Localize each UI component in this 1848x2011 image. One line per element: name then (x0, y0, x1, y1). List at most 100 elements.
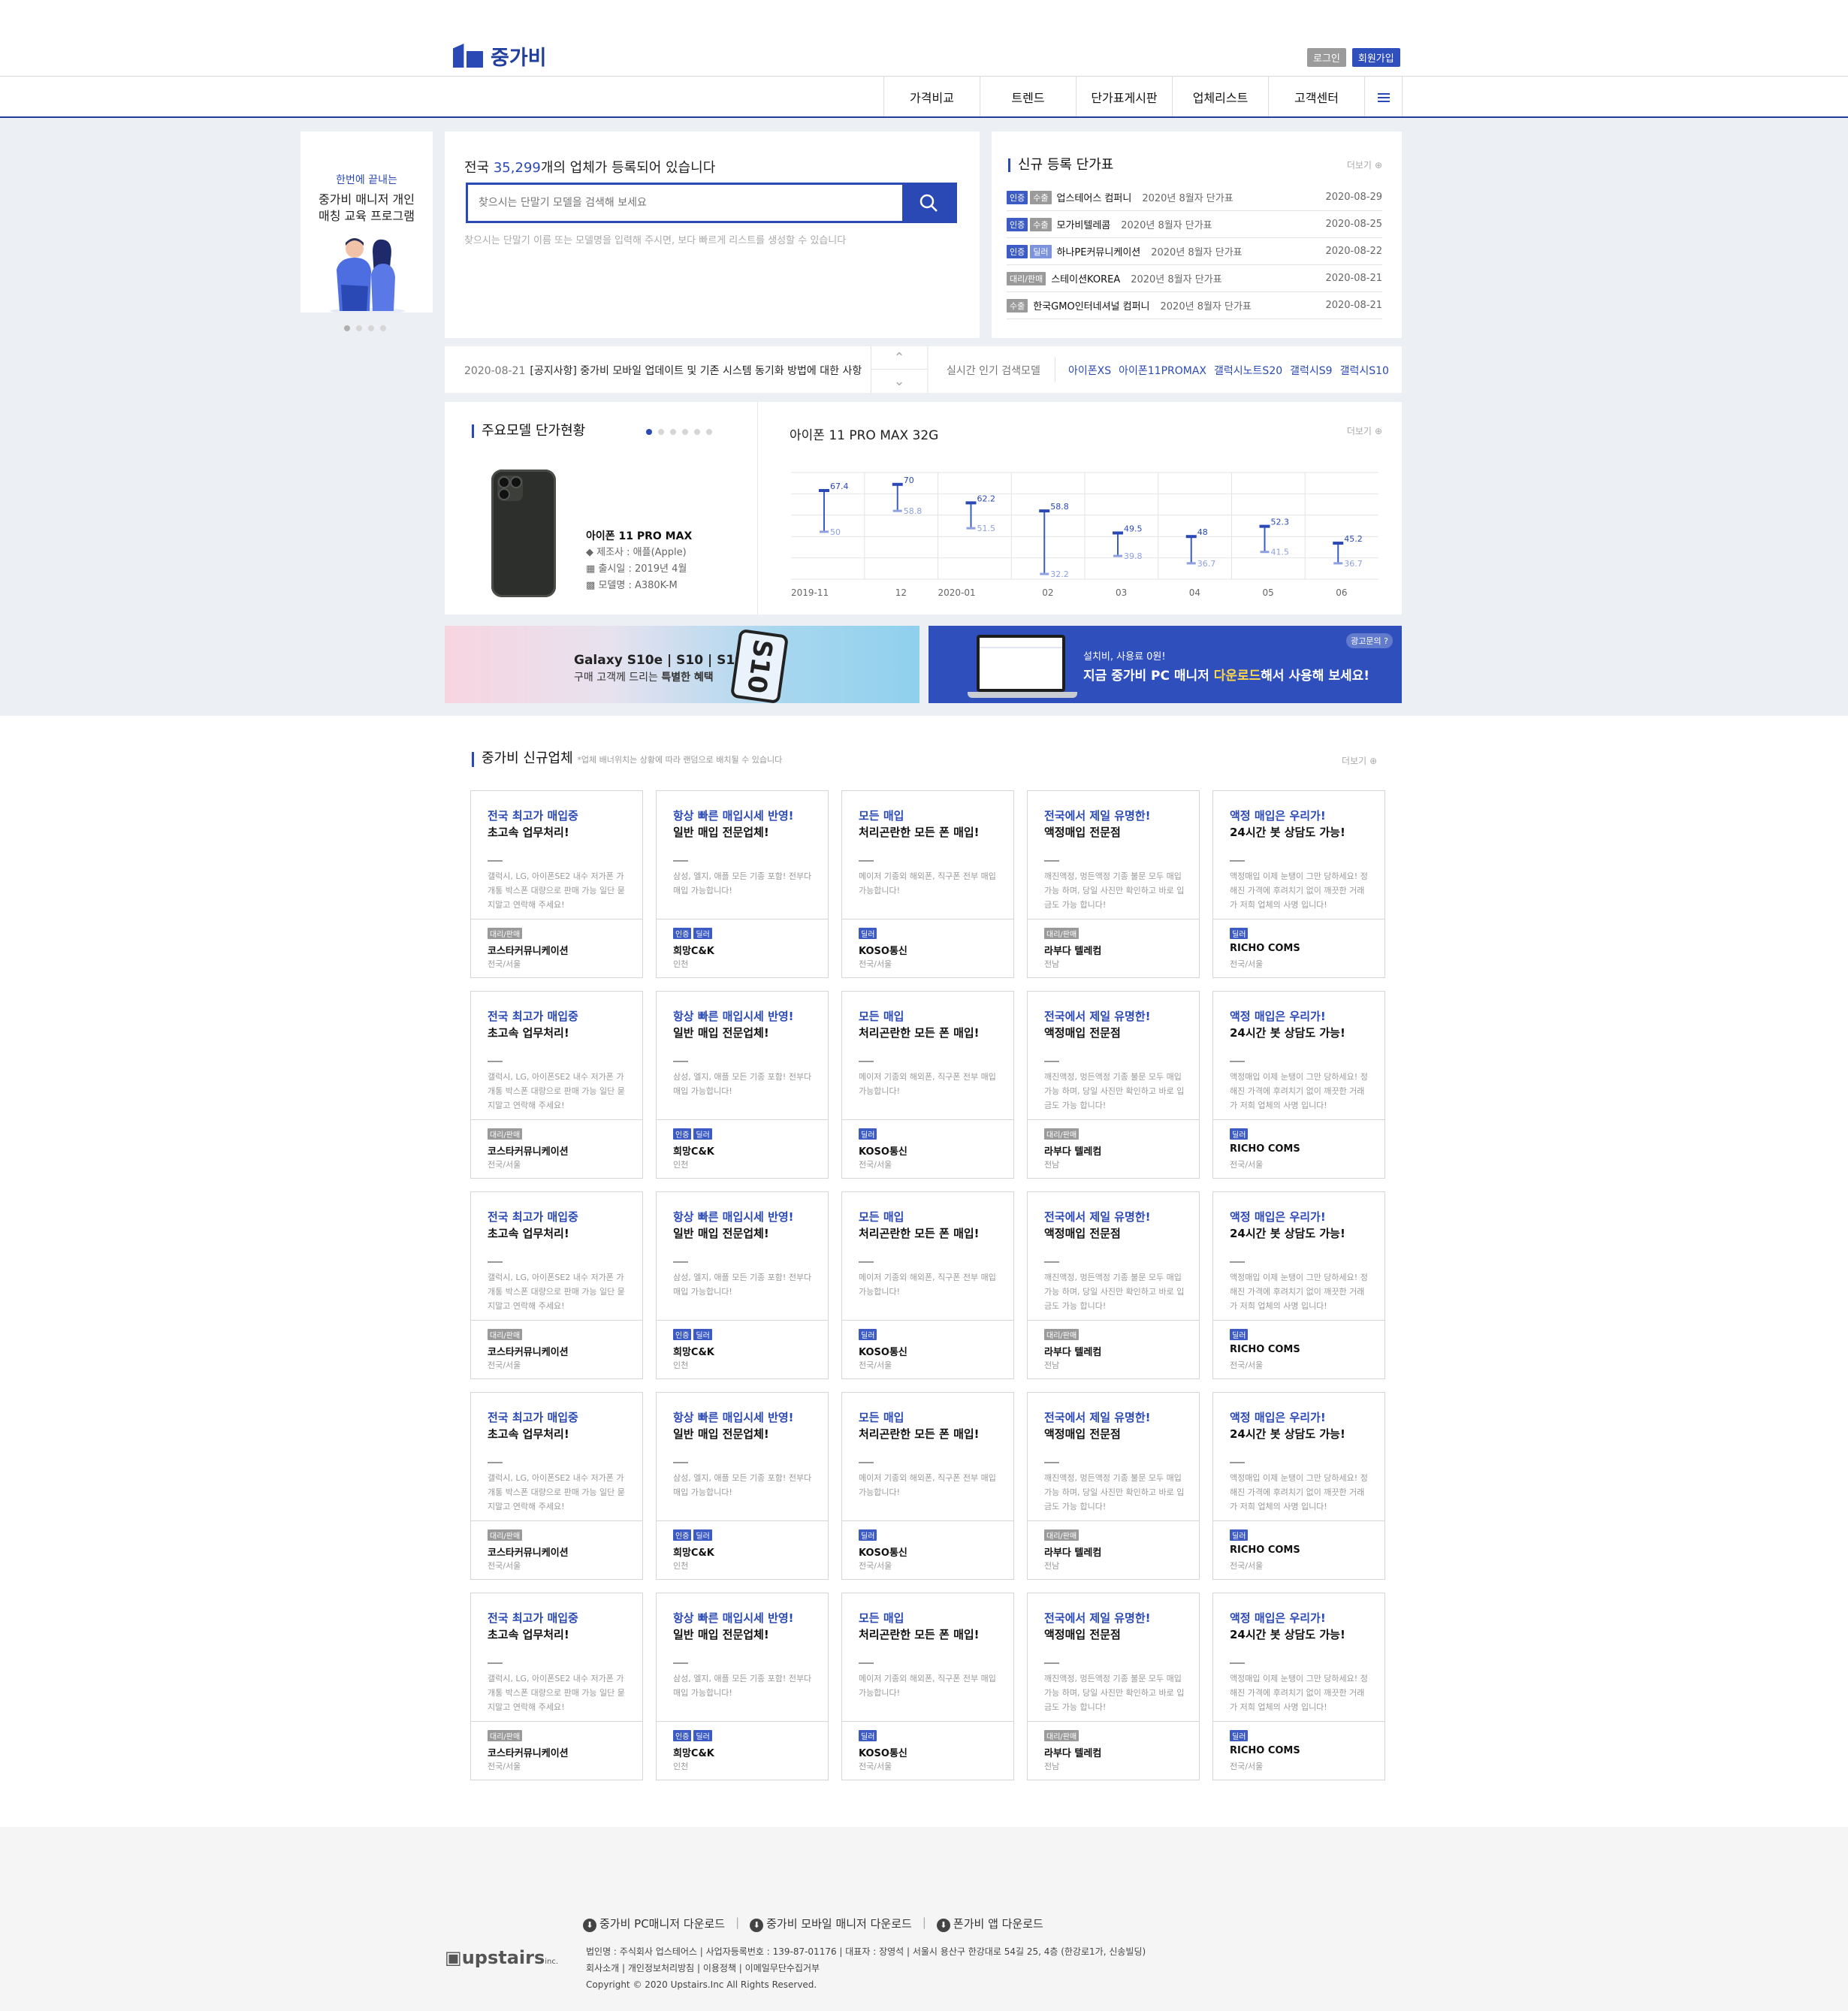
vendor-card[interactable]: 전국에서 제일 유명한! 액정매입 전문점 깨진액정, 멍든액정 기종 불문 모두 … (1027, 991, 1200, 1179)
vendor-headline: 액정 매입은 우리가! (1230, 1210, 1326, 1224)
pager-dot[interactable] (646, 429, 652, 435)
nav-price-compare[interactable]: 가격비교 (884, 77, 980, 116)
vendor-card[interactable]: 전국 최고가 매입중 초고속 업무처리! 갤럭시, LG, 아이폰SE2 내수 저가… (470, 991, 643, 1179)
vendor-card[interactable]: 액정 매입은 우리가! 24시간 봇 상담도 가능! 액정매입 이제 눈탱이 그만 … (1212, 1593, 1385, 1780)
vendor-card[interactable]: 모든 매입 처리곤란한 모든 폰 매입! 메이저 기종외 해외폰, 직구폰 전부 매… (841, 991, 1014, 1179)
pager-dot[interactable] (380, 325, 386, 331)
signup-button[interactable]: 회원가입 (1351, 48, 1400, 67)
logo[interactable]: 중가비 (453, 42, 547, 70)
ad-inquiry-button[interactable]: 광고문의 ? (1346, 633, 1393, 648)
menu-button[interactable] (1365, 77, 1403, 116)
nav-support[interactable]: 고객센터 (1269, 77, 1365, 116)
vendor-name: 희망C&K (673, 946, 714, 957)
price-row[interactable]: 대리/판매 스테이션KOREA 2020년 8월자 단가표 2020-08-21 (1007, 265, 1382, 292)
vendor-headline: 액정 매입은 우리가! (1230, 809, 1326, 823)
price-row[interactable]: 인증 수출 모가비텔레콤 2020년 8월자 단가표 2020-08-25 (1007, 211, 1382, 238)
pager-dot[interactable] (368, 325, 374, 331)
price-row[interactable]: 수출 한국GMO인터네셔널 컴퍼니 2020년 8월자 단가표 2020-08-21 (1007, 292, 1382, 319)
galaxy-banner[interactable]: Galaxy S10e | S10 | S10+ 구매 고객께 드리는 특별한 … (445, 626, 919, 705)
pager-dot[interactable] (344, 325, 350, 331)
pager-dot[interactable] (694, 429, 700, 435)
price-row[interactable]: 인증 딜러 하나PE커뮤니케이션 2020년 8월자 단가표 2020-08-22 (1007, 238, 1382, 265)
search-input[interactable] (468, 185, 889, 221)
vendor-card[interactable]: 항상 빠른 매입시세 반영! 일반 매입 전문업체! 삼성, 엘지, 애플 모든 기… (656, 1392, 829, 1580)
vendor-name: KOSO통신 (859, 1146, 907, 1158)
vendor-badges: 딜러 (859, 1730, 879, 1742)
vendor-card[interactable]: 모든 매입 처리곤란한 모든 폰 매입! 메이저 기종외 해외폰, 직구폰 전부 매… (841, 790, 1014, 978)
vendor-card[interactable]: 전국 최고가 매입중 초고속 업무처리! 갤럭시, LG, 아이폰SE2 내수 저가… (470, 790, 643, 978)
vendor-card[interactable]: 모든 매입 처리곤란한 모든 폰 매입! 메이저 기종외 해외폰, 직구폰 전부 매… (841, 1191, 1014, 1379)
vendor-badges: 인증 딜러 (673, 1128, 714, 1140)
pager-dot[interactable] (706, 429, 712, 435)
price-range-chart: 67.4 50 2019-11 70 58.8 12 62.2 51.5 2020-01 58.8… (791, 472, 1378, 598)
search-button[interactable] (902, 185, 955, 221)
pc-manager-banner[interactable]: 설치비, 사용료 0원! 지금 중가비 PC 매니저 다운로드해서 사용해 보세… (929, 626, 1402, 703)
vendor-card[interactable]: 전국 최고가 매입중 초고속 업무처리! 갤럭시, LG, 아이폰SE2 내수 저가… (470, 1191, 643, 1379)
nav-trend[interactable]: 트렌드 (980, 77, 1076, 116)
price-row[interactable]: 인증 수출 업스테어스 컴퍼니 2020년 8월자 단가표 2020-08-29 (1007, 184, 1382, 211)
vendor-name: RICHO COMS (1230, 943, 1300, 954)
badge: 대리/판매 (488, 1128, 523, 1140)
nav-vendor-list[interactable]: 업체리스트 (1173, 77, 1269, 116)
vendor-name: 라부다 텔레컴 (1044, 946, 1102, 957)
vendor-card[interactable]: 전국에서 제일 유명한! 액정매입 전문점 깨진액정, 멍든액정 기종 불문 모두 … (1027, 1392, 1200, 1580)
vendor-region: 전국/서울 (1230, 1160, 1264, 1170)
vendor-description: 액정매입 이제 눈탱이 그만 당하세요! 정해진 가격에 후려치기 없이 깨끗한… (1230, 1674, 1368, 1712)
notice-up-button[interactable]: ⌃ (871, 346, 927, 370)
vendor-card[interactable]: 항상 빠른 매입시세 반영! 일반 매입 전문업체! 삼성, 엘지, 애플 모든 기… (656, 790, 829, 978)
vendor-card[interactable]: 모든 매입 처리곤란한 모든 폰 매입! 메이저 기종외 해외폰, 직구폰 전부 매… (841, 1392, 1014, 1580)
pager-dot[interactable] (356, 325, 362, 331)
notice-bar[interactable]: 2020-08-21 [공지사항] 중가비 모바일 업데이트 및 기존 시스템 동… (445, 346, 871, 393)
vendor-card[interactable]: 전국 최고가 매입중 초고속 업무처리! 갤럭시, LG, 아이폰SE2 내수 저가… (470, 1593, 643, 1780)
vendor-card[interactable]: 항상 빠른 매입시세 반영! 일반 매입 전문업체! 삼성, 엘지, 애플 모든 기… (656, 991, 829, 1179)
download-mobile-link[interactable]: 중가비 모바일 매니저 다운로드 (750, 1916, 912, 1932)
vendor-card[interactable]: 액정 매입은 우리가! 24시간 봇 상담도 가능! 액정매입 이제 눈탱이 그만 … (1212, 1191, 1385, 1379)
search-card: 전국 35,299개의 업체가 등록되어 있습니다 찾으시는 단말기 이름 또는… (445, 131, 980, 338)
vendor-description: 삼성, 엘지, 애플 모든 기종 포함! 전부다 매입 가능합니다! (673, 1273, 812, 1297)
vendor-card[interactable]: 전국에서 제일 유명한! 액정매입 전문점 깨진액정, 멍든액정 기종 불문 모두 … (1027, 1593, 1200, 1780)
vendor-subheadline: 일반 매입 전문업체! (673, 1628, 769, 1641)
notice-down-button[interactable]: ⌄ (871, 370, 927, 393)
keyword-link[interactable]: 아이폰11PROMAX (1119, 363, 1206, 378)
vendor-badges: 인증 딜러 (673, 1529, 714, 1541)
new-price-more-link[interactable]: 더보기 (1347, 159, 1382, 171)
download-app-link[interactable]: 폰가비 앱 다운로드 (937, 1916, 1043, 1932)
low-label: 39.8 (1124, 551, 1143, 561)
row-sub: 2020년 8월자 단가표 (1131, 274, 1222, 285)
vendor-card[interactable]: 모든 매입 처리곤란한 모든 폰 매입! 메이저 기종외 해외폰, 직구폰 전부 매… (841, 1593, 1014, 1780)
footer-links[interactable]: 회사소개 | 개인정보처리방침 | 이용정책 | 이메일무단수집거부 (586, 1960, 1146, 1976)
keyword-link[interactable]: 갤럭시S10 (1340, 363, 1389, 378)
vendor-card[interactable]: 전국에서 제일 유명한! 액정매입 전문점 깨진액정, 멍든액정 기종 불문 모두 … (1027, 790, 1200, 978)
vendor-badges: 딜러 (1230, 1730, 1250, 1742)
vendor-subheadline: 액정매입 전문점 (1044, 1227, 1121, 1240)
badge: 인증 (673, 928, 692, 939)
vendors-title: 중가비 신규업체 *업체 배너위치는 상황에 따라 랜덤으로 배치될 수 있습니… (472, 752, 782, 767)
badge: 딜러 (859, 1128, 877, 1140)
vendor-region: 인천 (673, 959, 689, 969)
vendor-region: 인천 (673, 1561, 689, 1571)
vendor-card[interactable]: 액정 매입은 우리가! 24시간 봇 상담도 가능! 액정매입 이제 눈탱이 그만 … (1212, 991, 1385, 1179)
login-button[interactable]: 로그인 (1307, 48, 1346, 67)
question-icon: ? (1384, 636, 1388, 646)
keyword-link[interactable]: 갤럭시노트S20 (1214, 363, 1282, 378)
vendor-card[interactable]: 전국에서 제일 유명한! 액정매입 전문점 깨진액정, 멍든액정 기종 불문 모두 … (1027, 1191, 1200, 1379)
keyword-link[interactable]: 갤럭시S9 (1290, 363, 1332, 378)
pager-dot[interactable] (670, 429, 676, 435)
promo-card[interactable]: 한번에 끝내는 중가비 매니저 개인 매칭 교육 프로그램 (300, 131, 433, 331)
pager-dot[interactable] (682, 429, 688, 435)
vendor-card[interactable]: 액정 매입은 우리가! 24시간 봇 상담도 가능! 액정매입 이제 눈탱이 그만 … (1212, 790, 1385, 978)
footer-corp-info: 법인명 : 주식회사 업스테어스 | 사업자등록번호 : 139-87-0117… (586, 1943, 1146, 1993)
vendor-card[interactable]: 항상 빠른 매입시세 반영! 일반 매입 전문업체! 삼성, 엘지, 애플 모든 기… (656, 1593, 829, 1780)
vendor-card[interactable]: 전국 최고가 매입중 초고속 업무처리! 갤럭시, LG, 아이폰SE2 내수 저가… (470, 1392, 643, 1580)
vendors-more-link[interactable]: 더보기 (1342, 754, 1377, 767)
vendor-subheadline: 일반 매입 전문업체! (673, 1026, 769, 1040)
nav-price-board[interactable]: 단가표게시판 (1076, 77, 1173, 116)
pager-dot[interactable] (658, 429, 664, 435)
badge: 딜러 (1230, 928, 1249, 939)
keyword-link[interactable]: 아이폰XS (1068, 363, 1111, 378)
vendor-headline: 전국에서 제일 유명한! (1044, 1611, 1151, 1625)
download-pc-link[interactable]: 중가비 PC매니저 다운로드 (583, 1916, 725, 1932)
people-illustration (330, 238, 405, 313)
vendor-card[interactable]: 항상 빠른 매입시세 반영! 일반 매입 전문업체! 삼성, 엘지, 애플 모든 기… (656, 1191, 829, 1379)
vendor-card[interactable]: 액정 매입은 우리가! 24시간 봇 상담도 가능! 액정매입 이제 눈탱이 그만 … (1212, 1392, 1385, 1580)
